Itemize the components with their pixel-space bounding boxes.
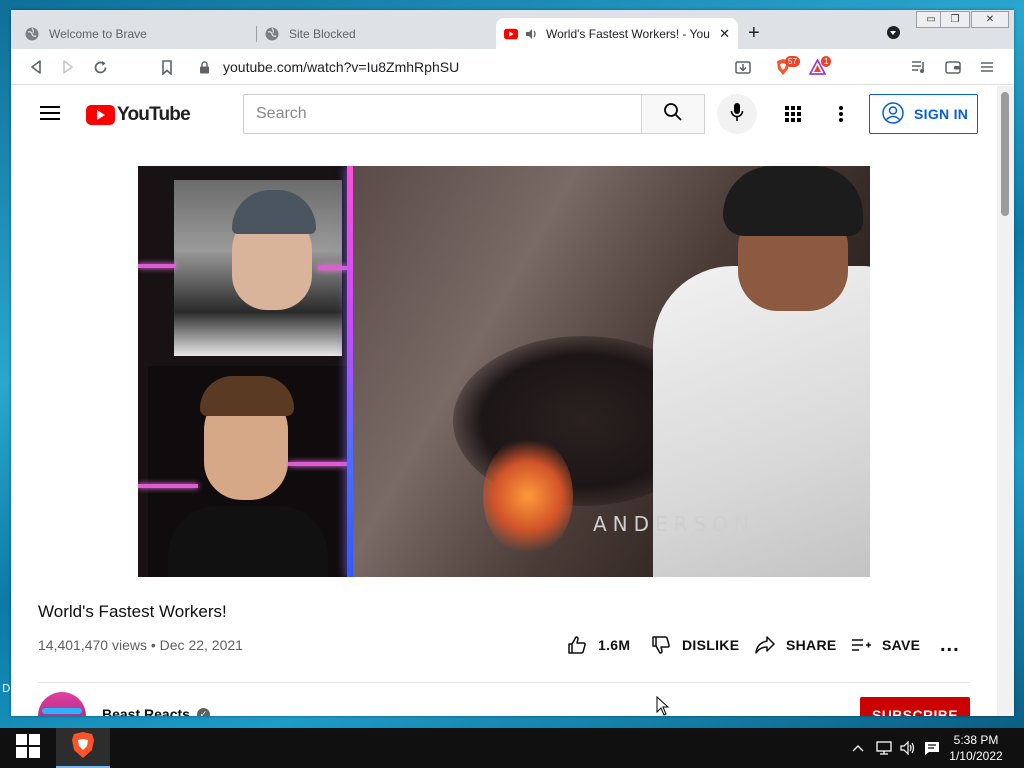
youtube-play-icon (86, 105, 115, 125)
like-count: 1.6M (598, 637, 631, 653)
media-playlist-icon[interactable] (909, 57, 929, 77)
brave-lion-icon (70, 731, 96, 764)
video-meta: 14,401,470 views • Dec 22, 2021 (38, 637, 243, 653)
wallet-icon[interactable] (943, 57, 963, 77)
scrollbar-thumb[interactable] (1001, 92, 1009, 216)
youtube-wordmark: YouTube (117, 104, 191, 125)
forward-icon[interactable] (58, 57, 78, 77)
video-title: World's Fastest Workers! (38, 602, 227, 621)
tab-title: Site Blocked (289, 26, 356, 41)
tab-separator (256, 26, 257, 42)
tab-bar: Welcome to Brave Site Blocked World's Fa… (11, 10, 1014, 49)
browser-toolbar: youtube.com/watch?v=Iu8ZmhRphSU 57 1 (11, 49, 1014, 85)
channel-avatar[interactable] (38, 692, 86, 716)
apps-grid-icon[interactable] (783, 104, 803, 124)
search-input[interactable]: Search (243, 94, 642, 134)
install-app-icon[interactable] (733, 57, 753, 77)
thumbs-down-icon (650, 634, 672, 656)
notifications-icon[interactable] (923, 739, 941, 757)
reload-icon[interactable] (90, 57, 110, 77)
bookmark-icon[interactable] (157, 57, 177, 77)
share-arrow-icon (754, 634, 776, 656)
lock-icon[interactable] (197, 57, 211, 77)
page-scrollbar[interactable] (997, 86, 1014, 716)
reaction-cam-top (174, 180, 342, 356)
close-window-button[interactable]: ✕ (971, 11, 1009, 28)
save-button[interactable]: SAVE (850, 634, 920, 656)
tab-title: Welcome to Brave (49, 26, 147, 41)
tab-site-blocked[interactable]: Site Blocked (265, 18, 497, 49)
tab-title: World's Fastest Workers! - You (546, 26, 710, 41)
taskbar-clock[interactable]: 5:38 PM 1/10/2022 (944, 732, 1008, 764)
clock-date: 1/10/2022 (949, 749, 1003, 763)
page-content: YouTube Search SIGN IN ANDERSON World's … (11, 86, 997, 716)
taskbar: 5:38 PM 1/10/2022 (0, 728, 1024, 768)
settings-dots-icon[interactable] (831, 104, 851, 124)
rewards-count-badge: 1 (821, 56, 832, 67)
video-footage: ANDERSON (353, 166, 870, 577)
verified-check-icon: ✓ (196, 707, 210, 716)
channel-name-label: Beast Reacts (102, 706, 190, 716)
start-button[interactable] (0, 728, 56, 768)
windows-logo-icon (15, 733, 41, 764)
view-count: 14,401,470 views (38, 637, 147, 653)
reaction-cam-bottom (148, 366, 348, 577)
voice-search-button[interactable] (717, 94, 757, 134)
back-icon[interactable] (26, 57, 46, 77)
share-button[interactable]: SHARE (754, 634, 837, 656)
network-icon[interactable] (875, 739, 893, 757)
sign-in-label: SIGN IN (914, 106, 969, 122)
save-label: SAVE (882, 637, 921, 653)
search-button[interactable] (641, 94, 705, 134)
desktop-icon-label[interactable]: D (2, 682, 10, 695)
guide-menu-icon[interactable] (40, 106, 60, 120)
sign-in-button[interactable]: SIGN IN (869, 94, 978, 134)
tab-youtube-video[interactable]: World's Fastest Workers! - You ✕ (496, 18, 738, 49)
globe-icon (25, 27, 39, 41)
meta-separator: • (150, 637, 160, 653)
browser-window: Welcome to Brave Site Blocked World's Fa… (11, 10, 1014, 716)
dislike-label: DISLIKE (682, 637, 740, 653)
youtube-logo[interactable]: YouTube (86, 104, 191, 126)
tab-welcome[interactable]: Welcome to Brave (25, 18, 257, 49)
restore-button[interactable]: ❐ (940, 11, 970, 28)
volume-icon[interactable] (899, 739, 917, 757)
youtube-favicon-icon (504, 27, 518, 41)
new-tab-button[interactable]: + (748, 23, 760, 43)
reaction-cameras (138, 166, 350, 577)
divider (38, 682, 970, 683)
like-button[interactable]: 1.6M (566, 634, 630, 656)
more-actions-button[interactable]: ... (940, 634, 960, 657)
tray-chevron-up-icon[interactable] (849, 739, 867, 757)
playlist-add-icon (850, 634, 872, 656)
account-icon (882, 101, 904, 127)
thumbs-up-icon (566, 634, 588, 656)
globe-icon (265, 27, 279, 41)
channel-name[interactable]: Beast Reacts ✓ (102, 706, 210, 716)
main-menu-icon[interactable] (977, 57, 997, 77)
share-label: SHARE (786, 637, 837, 653)
tab-search-icon[interactable] (887, 26, 900, 39)
clock-time: 5:38 PM (953, 733, 999, 747)
microphone-icon (730, 102, 744, 127)
subscribe-button[interactable]: SUBSCRIBE (860, 697, 970, 716)
youtube-header: YouTube Search SIGN IN (11, 86, 997, 142)
shields-count-badge: 57 (785, 56, 800, 67)
tab-close-button[interactable]: ✕ (719, 26, 730, 42)
video-overlay-text: ANDERSON (593, 512, 755, 536)
upload-date: Dec 22, 2021 (159, 637, 243, 653)
speaker-audio-icon[interactable] (524, 27, 538, 41)
search-icon (663, 102, 683, 127)
taskbar-brave-button[interactable] (56, 728, 110, 768)
address-bar[interactable]: youtube.com/watch?v=Iu8ZmhRphSU (223, 59, 459, 75)
video-player[interactable]: ANDERSON (138, 166, 870, 577)
dislike-button[interactable]: DISLIKE (650, 634, 739, 656)
